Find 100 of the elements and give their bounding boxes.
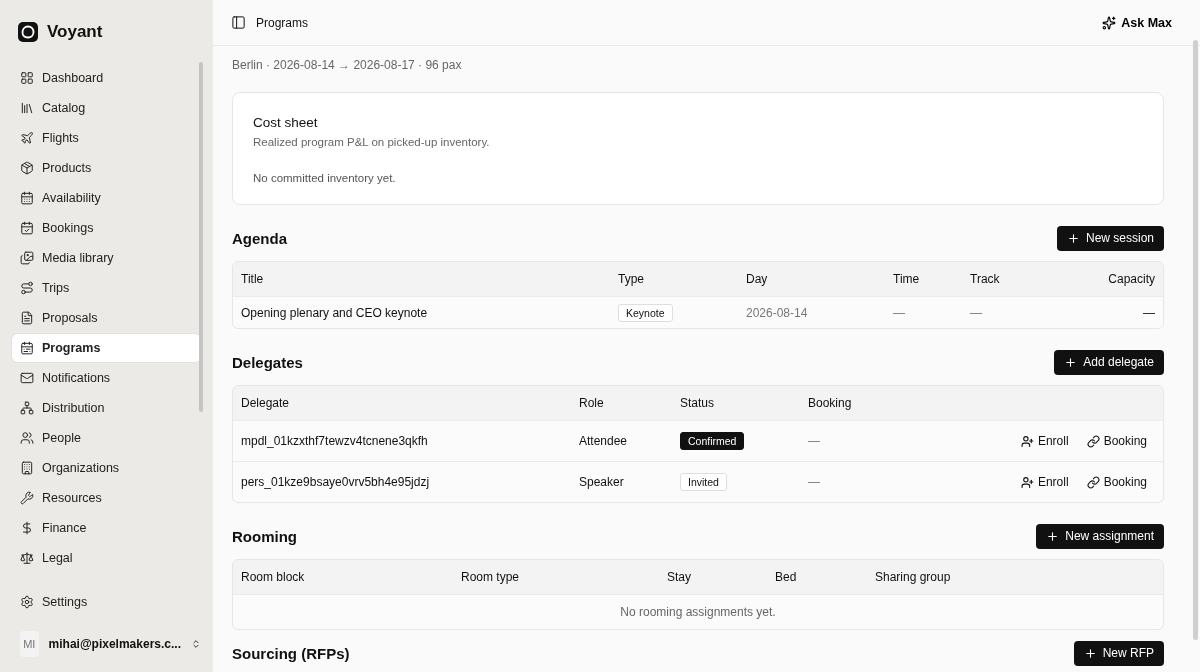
- dollar-icon: [20, 521, 34, 535]
- column-header: Time: [893, 272, 921, 286]
- user-plus-icon: [1020, 434, 1034, 448]
- sidebar-item[interactable]: Trips: [12, 274, 201, 302]
- enroll-button[interactable]: Enroll: [1020, 475, 1069, 489]
- sidebar-item[interactable]: Programs: [12, 334, 201, 362]
- card-subtitle: Realized program P&L on picked-up inventory.: [253, 136, 491, 148]
- table-cell-text: —: [1142, 305, 1155, 320]
- table-cell-text: Opening plenary and CEO keynote: [241, 305, 429, 320]
- calendar-icon: [20, 341, 34, 355]
- network-icon: [20, 401, 34, 415]
- sidebar-item[interactable]: Media library: [12, 244, 201, 272]
- sidebar-item[interactable]: Dashboard: [12, 64, 201, 92]
- building-icon: [20, 461, 34, 475]
- table-cell-text: mpdl_01kzxthf7tewzv4tcnene3qkfh: [241, 434, 429, 448]
- table-cell-text: Attendee: [579, 434, 629, 448]
- add-button[interactable]: New session: [1056, 225, 1164, 251]
- images-icon: [20, 251, 34, 265]
- table-cell-text: —: [808, 434, 821, 448]
- avatar: MI: [20, 631, 39, 657]
- column-header: Capacity: [1107, 272, 1155, 286]
- sidebar-item[interactable]: Flights: [12, 124, 201, 152]
- column-header: Type: [618, 272, 645, 286]
- add-button[interactable]: New RFP: [1073, 640, 1164, 666]
- calendar-check-icon: [20, 221, 34, 235]
- column-header: Booking: [808, 396, 853, 410]
- sidebar-toggle-icon[interactable]: [231, 15, 246, 30]
- column-header: Bed: [775, 570, 798, 584]
- scrollbar[interactable]: [199, 62, 203, 412]
- people-icon: [20, 431, 34, 445]
- logo-icon: [18, 22, 38, 42]
- table-cell-text: pers_01kze9bsaye0vrv5bh4e95jdzj: [241, 475, 431, 489]
- plus-icon: [1083, 646, 1097, 660]
- table-cell-text: —: [893, 305, 906, 320]
- tag-badge: Keynote: [618, 303, 673, 322]
- sidebar-item[interactable]: Proposals: [12, 304, 201, 332]
- breadcrumb: Programs: [256, 15, 308, 30]
- booking-link[interactable]: Booking: [1086, 434, 1147, 448]
- document-icon: [20, 311, 34, 325]
- scrollbar[interactable]: [1193, 40, 1198, 640]
- column-header: Day: [746, 272, 769, 286]
- booking-link[interactable]: Booking: [1086, 475, 1147, 489]
- column-header: Delegate: [241, 396, 291, 410]
- sidebar-item[interactable]: Availability: [12, 184, 201, 212]
- add-button[interactable]: New assignment: [1036, 523, 1164, 549]
- section-title: Rooming: [232, 527, 297, 545]
- link-icon: [1086, 434, 1100, 448]
- sidebar-item[interactable]: Notifications: [12, 364, 201, 392]
- settings-icon: [20, 595, 34, 609]
- table-cell-text: 2026-08-14: [746, 305, 809, 320]
- library-icon: [20, 101, 34, 115]
- enroll-button[interactable]: Enroll: [1020, 434, 1069, 448]
- user-email[interactable]: mihai@pixelmakers.c...: [48, 637, 181, 651]
- sidebar-item[interactable]: Catalog: [12, 94, 201, 122]
- section-title: Delegates: [232, 353, 303, 371]
- scale-icon: [20, 551, 34, 565]
- wrench-icon: [20, 491, 34, 505]
- add-button[interactable]: Add delegate: [1054, 349, 1164, 375]
- program-meta: Berlin · 2026-08-14 → 2026-08-17 · 96 pax: [232, 58, 463, 72]
- status-badge: Confirmed: [680, 432, 745, 450]
- section-title: Sourcing (RFPs): [232, 644, 350, 662]
- column-header: Track: [970, 272, 1001, 286]
- column-header: Room block: [241, 570, 306, 584]
- column-header: Status: [680, 396, 716, 410]
- sidebar-item[interactable]: Legal: [12, 544, 201, 572]
- plus-icon: [1064, 355, 1078, 369]
- sidebar-item[interactable]: Distribution: [12, 394, 201, 422]
- route-icon: [20, 281, 34, 295]
- sidebar-item[interactable]: Finance: [12, 514, 201, 542]
- sidebar-item[interactable]: Organizations: [12, 454, 201, 482]
- chevrons-icon[interactable]: [191, 637, 201, 651]
- empty-message: No rooming assignments yet.: [233, 594, 1163, 629]
- plus-icon: [1046, 529, 1060, 543]
- sparkles-icon: [1102, 15, 1117, 30]
- sidebar-item[interactable]: People: [12, 424, 201, 452]
- section-title: Agenda: [232, 229, 287, 247]
- column-header: Role: [579, 396, 605, 410]
- column-header: Stay: [667, 570, 692, 584]
- plus-icon: [1066, 231, 1080, 245]
- tag-badge: Invited: [680, 473, 727, 491]
- card-title: Cost sheet: [253, 115, 319, 130]
- settings-item[interactable]: Settings: [12, 588, 201, 616]
- column-header: Room type: [461, 570, 521, 584]
- link-icon: [1086, 475, 1100, 489]
- table-cell-text: —: [970, 305, 983, 320]
- sidebar-item[interactable]: Resources: [12, 484, 201, 512]
- sidebar-item[interactable]: Products: [12, 154, 201, 182]
- brand-name: Voyant: [47, 22, 103, 42]
- column-header: Sharing group: [875, 570, 952, 584]
- ask-button[interactable]: Ask Max: [1098, 11, 1176, 34]
- empty-message: No committed inventory yet.: [253, 172, 397, 184]
- table-cell-text: —: [808, 475, 821, 489]
- column-header: Title: [241, 272, 265, 286]
- plane-icon: [20, 131, 34, 145]
- package-icon: [20, 161, 34, 175]
- sidebar-item[interactable]: Bookings: [12, 214, 201, 242]
- calendar-icon: [20, 191, 34, 205]
- dashboard-grid-icon: [20, 71, 34, 85]
- table-cell-text: Speaker: [579, 475, 625, 489]
- mail-icon: [20, 371, 34, 385]
